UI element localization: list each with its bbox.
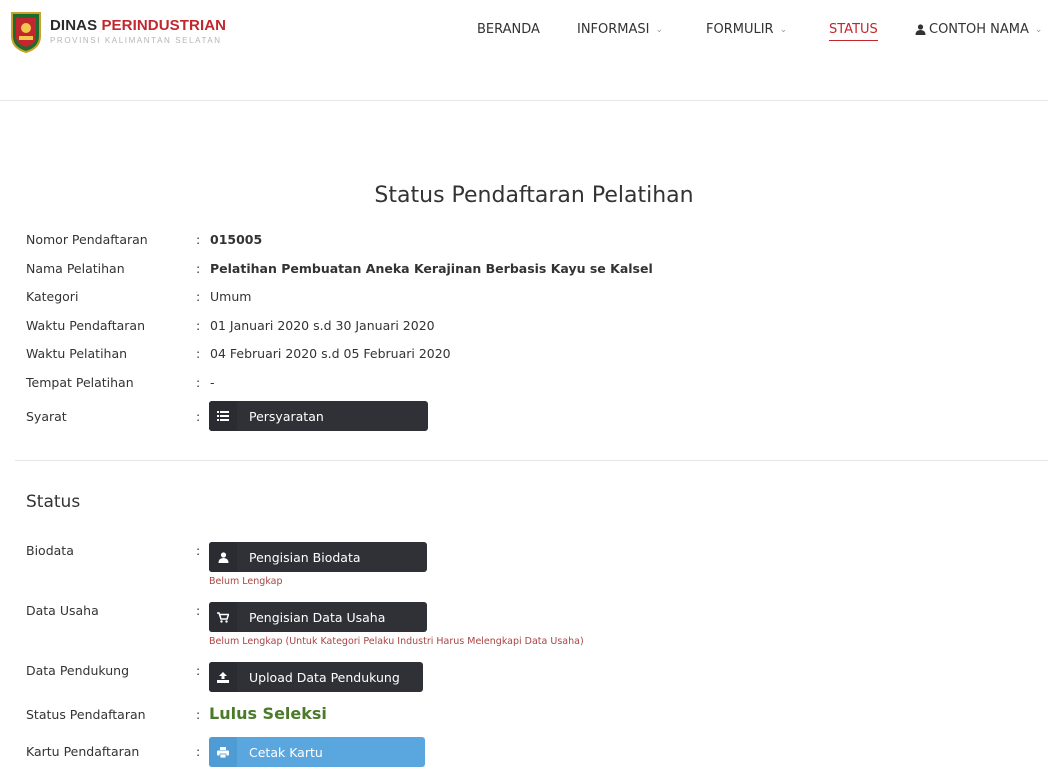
brand-title-part2: PERINDUSTRIAN [101, 17, 227, 34]
cetak-kartu-button[interactable]: Cetak Kartu [209, 737, 425, 767]
nav-user-menu[interactable]: CONTOH NAMA ⌄ [915, 22, 1042, 37]
list-icon [209, 401, 237, 431]
upload-data-pendukung-button[interactable]: Upload Data Pendukung [209, 662, 423, 692]
info-label: Kategori [26, 288, 79, 304]
info-colon: : [196, 374, 201, 390]
info-colon: : [196, 231, 201, 247]
brand-subtitle: PROVINSI KALIMANTAN SELATAN [50, 36, 222, 45]
kartu-pendaftaran-label: Kartu Pendaftaran [26, 744, 140, 759]
pengisian-data-usaha-label: Pengisian Data Usaha [249, 609, 386, 625]
info-value-kategori: Umum [210, 288, 252, 304]
user-icon [915, 24, 926, 35]
info-colon: : [196, 260, 201, 276]
info-value-tempat: - [210, 374, 215, 390]
status-pendaftaran-value: Lulus Seleksi [209, 704, 327, 723]
persyaratan-button-label: Persyaratan [249, 408, 324, 424]
info-label: Nomor Pendaftaran [26, 231, 148, 247]
info-row-waktu-pendaftaran: Waktu Pendaftaran : 01 Januari 2020 s.d … [26, 314, 1026, 336]
section-divider [15, 460, 1048, 461]
info-label: Nama Pelatihan [26, 260, 125, 276]
upload-icon [209, 662, 237, 692]
upload-data-pendukung-label: Upload Data Pendukung [249, 669, 400, 685]
kalsel-emblem-icon [11, 12, 41, 54]
status-colon: : [196, 663, 201, 678]
chevron-down-icon: ⌄ [655, 24, 664, 35]
info-value-waktu-pelatihan: 04 Februari 2020 s.d 05 Februari 2020 [210, 345, 451, 361]
status-colon: : [196, 744, 201, 759]
chevron-down-icon: ⌄ [779, 24, 788, 35]
nav-formulir-label: FORMULIR [706, 22, 774, 37]
info-row-nama: Nama Pelatihan : Pelatihan Pembuatan Ane… [26, 257, 1026, 279]
data-usaha-label: Data Usaha [26, 603, 99, 618]
info-colon: : [196, 408, 201, 424]
status-colon: : [196, 707, 201, 722]
info-row-kategori: Kategori : Umum [26, 285, 1026, 307]
info-colon: : [196, 345, 201, 361]
chevron-down-icon: ⌄ [1034, 24, 1043, 35]
brand-title: DINAS PERINDUSTRIAN [50, 17, 226, 35]
nav-user-label: CONTOH NAMA [929, 22, 1029, 37]
info-row-tempat: Tempat Pelatihan : - [26, 371, 1026, 393]
nav-informasi[interactable]: INFORMASI ⌄ [577, 22, 663, 37]
status-section-title: Status [26, 492, 81, 512]
status-colon: : [196, 543, 201, 558]
pengisian-biodata-label: Pengisian Biodata [249, 549, 361, 565]
info-colon: : [196, 288, 201, 304]
print-icon [209, 737, 237, 767]
nav-beranda-label: BERANDA [477, 22, 540, 37]
brand-title-part1: DINAS [50, 17, 102, 34]
biodata-note: Belum Lengkap [209, 576, 283, 587]
info-row-nomor: Nomor Pendaftaran : 015005 [26, 228, 1026, 250]
info-label: Syarat [26, 408, 67, 424]
pengisian-data-usaha-button[interactable]: Pengisian Data Usaha [209, 602, 427, 632]
info-colon: : [196, 317, 201, 333]
status-pendaftaran-label: Status Pendaftaran [26, 707, 146, 722]
nav-beranda[interactable]: BERANDA [477, 22, 540, 37]
user-icon [209, 542, 237, 572]
status-colon: : [196, 603, 201, 618]
nav-status[interactable]: STATUS [829, 22, 878, 41]
info-label: Tempat Pelatihan [26, 374, 134, 390]
nav-status-label: STATUS [829, 22, 878, 37]
site-header: DINAS PERINDUSTRIAN PROVINSI KALIMANTAN … [0, 0, 1048, 101]
info-label: Waktu Pelatihan [26, 345, 128, 361]
persyaratan-button[interactable]: Persyaratan [209, 401, 428, 431]
data-pendukung-label: Data Pendukung [26, 663, 130, 678]
info-row-waktu-pelatihan: Waktu Pelatihan : 04 Februari 2020 s.d 0… [26, 342, 1026, 364]
info-value-nomor: 015005 [210, 231, 263, 247]
pengisian-biodata-button[interactable]: Pengisian Biodata [209, 542, 427, 572]
biodata-label: Biodata [26, 543, 74, 558]
info-value-waktu-pendaftaran: 01 Januari 2020 s.d 30 Januari 2020 [210, 317, 435, 333]
brand-logo-link[interactable]: DINAS PERINDUSTRIAN PROVINSI KALIMANTAN … [8, 10, 226, 54]
info-row-syarat: Syarat : [26, 405, 1026, 427]
cetak-kartu-label: Cetak Kartu [249, 744, 323, 760]
info-label: Waktu Pendaftaran [26, 317, 146, 333]
nav-informasi-label: INFORMASI [577, 22, 650, 37]
info-value-nama: Pelatihan Pembuatan Aneka Kerajinan Berb… [210, 260, 653, 276]
nav-formulir[interactable]: FORMULIR ⌄ [706, 22, 787, 37]
data-usaha-note: Belum Lengkap (Untuk Kategori Pelaku Ind… [209, 636, 584, 647]
cart-icon [209, 602, 237, 632]
page-title: Status Pendaftaran Pelatihan [374, 183, 694, 208]
